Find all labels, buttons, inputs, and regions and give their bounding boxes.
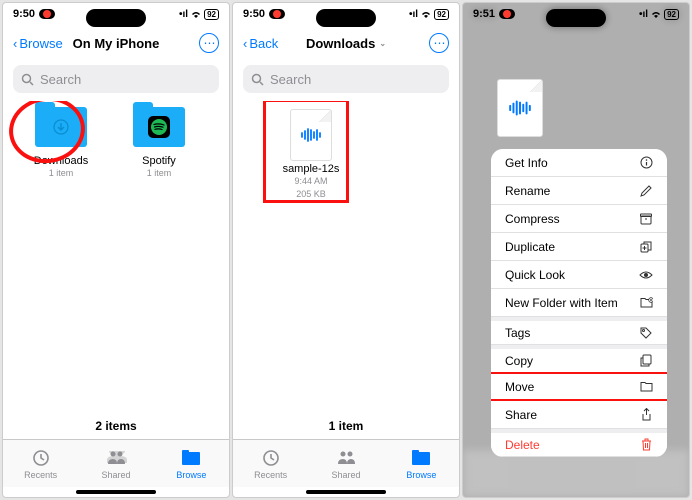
tab-bar: Recents Shared Browse bbox=[3, 439, 229, 487]
context-preview bbox=[497, 79, 543, 137]
move-icon bbox=[639, 380, 653, 394]
shared-icon bbox=[105, 448, 127, 468]
menu-share[interactable]: Share bbox=[491, 401, 667, 429]
tab-bar: Recents Shared Browse bbox=[233, 439, 459, 487]
wifi-icon bbox=[190, 9, 202, 19]
item-count: 2 items bbox=[3, 413, 229, 439]
recording-indicator-icon bbox=[269, 9, 285, 19]
recording-indicator-icon bbox=[39, 9, 55, 19]
audio-file-icon bbox=[497, 79, 543, 137]
item-count: 1 item bbox=[233, 413, 459, 439]
folder-icon bbox=[133, 107, 185, 147]
ellipsis-icon: ⋯ bbox=[204, 36, 215, 50]
menu-new-folder[interactable]: New Folder with Item bbox=[491, 289, 667, 317]
status-bar: 9:50 •ıl 92 bbox=[3, 3, 229, 25]
folder-icon bbox=[35, 107, 87, 147]
context-overlay[interactable]: 9:51 •ıl92 Get Info Rename Compress Dupl… bbox=[463, 3, 689, 497]
screen-on-my-iphone: 9:50 •ıl 92 ‹ Browse On My iPhone ⋯ Sear… bbox=[2, 2, 230, 498]
screen-context-menu: 9:5192 9:51 •ıl92 Get Info Rename Compre… bbox=[462, 2, 690, 498]
browse-icon bbox=[180, 448, 202, 468]
chevron-left-icon: ‹ bbox=[13, 36, 17, 51]
back-button[interactable]: ‹Back bbox=[243, 36, 278, 51]
copy-icon bbox=[639, 354, 653, 368]
tab-browse[interactable]: Browse bbox=[384, 440, 459, 487]
page-title: On My iPhone bbox=[73, 36, 160, 51]
tab-recents[interactable]: Recents bbox=[3, 440, 78, 487]
nav-bar: ‹ Browse On My iPhone ⋯ bbox=[3, 25, 229, 61]
menu-tags[interactable]: Tags bbox=[491, 317, 667, 345]
folder-spotify[interactable]: Spotify 1 item bbox=[119, 105, 199, 180]
tag-icon bbox=[639, 326, 653, 340]
file-sample-12s[interactable]: sample-12s 9:44 AM 205 KB bbox=[271, 109, 351, 200]
context-menu: Get Info Rename Compress Duplicate Quick… bbox=[491, 149, 667, 457]
file-grid: Downloads 1 item Spotify 1 item bbox=[3, 101, 229, 413]
folder-plus-icon bbox=[639, 296, 653, 310]
waveform-icon bbox=[300, 128, 322, 142]
status-time: 9:50 bbox=[13, 8, 55, 20]
share-icon bbox=[639, 408, 653, 422]
audio-file-icon bbox=[290, 109, 332, 161]
home-indicator[interactable] bbox=[76, 490, 156, 494]
spotify-icon bbox=[148, 116, 170, 138]
more-button[interactable]: ⋯ bbox=[429, 33, 449, 53]
menu-copy[interactable]: Copy bbox=[491, 345, 667, 373]
nav-bar: ‹Back Downloads⌄ ⋯ bbox=[233, 25, 459, 61]
more-button[interactable]: ⋯ bbox=[199, 33, 219, 53]
search-icon bbox=[21, 73, 34, 86]
tab-shared[interactable]: Shared bbox=[78, 440, 153, 487]
status-bar: 9:50 •ıl92 bbox=[233, 3, 459, 25]
ellipsis-icon: ⋯ bbox=[434, 36, 445, 50]
menu-duplicate[interactable]: Duplicate bbox=[491, 233, 667, 261]
menu-compress[interactable]: Compress bbox=[491, 205, 667, 233]
menu-rename[interactable]: Rename bbox=[491, 177, 667, 205]
page-title[interactable]: Downloads⌄ bbox=[306, 36, 386, 51]
info-icon bbox=[639, 156, 653, 170]
chevron-left-icon: ‹ bbox=[243, 36, 247, 51]
chevron-down-icon: ⌄ bbox=[379, 39, 386, 48]
tab-browse[interactable]: Browse bbox=[154, 440, 229, 487]
eye-icon bbox=[639, 268, 653, 282]
back-button[interactable]: ‹ Browse bbox=[13, 36, 63, 51]
download-arrow-icon bbox=[52, 118, 70, 136]
duplicate-icon bbox=[639, 240, 653, 254]
search-input[interactable]: Search bbox=[243, 65, 449, 93]
screen-downloads: 9:50 •ıl92 ‹Back Downloads⌄ ⋯ Search sam… bbox=[232, 2, 460, 498]
signal-icon: •ıl bbox=[179, 9, 188, 20]
pencil-icon bbox=[639, 184, 653, 198]
folder-downloads[interactable]: Downloads 1 item bbox=[21, 105, 101, 180]
menu-get-info[interactable]: Get Info bbox=[491, 149, 667, 177]
tab-shared[interactable]: Shared bbox=[308, 440, 383, 487]
file-grid: sample-12s 9:44 AM 205 KB bbox=[233, 101, 459, 413]
search-icon bbox=[251, 73, 264, 86]
clock-icon bbox=[30, 448, 52, 468]
menu-move[interactable]: Move bbox=[491, 373, 667, 401]
archive-icon bbox=[639, 212, 653, 226]
menu-quick-look[interactable]: Quick Look bbox=[491, 261, 667, 289]
search-input[interactable]: Search bbox=[13, 65, 219, 93]
tab-recents[interactable]: Recents bbox=[233, 440, 308, 487]
search-placeholder: Search bbox=[40, 72, 81, 87]
home-indicator[interactable] bbox=[306, 490, 386, 494]
menu-delete[interactable]: Delete bbox=[491, 429, 667, 457]
trash-icon bbox=[639, 438, 653, 452]
status-right: •ıl 92 bbox=[179, 9, 219, 20]
